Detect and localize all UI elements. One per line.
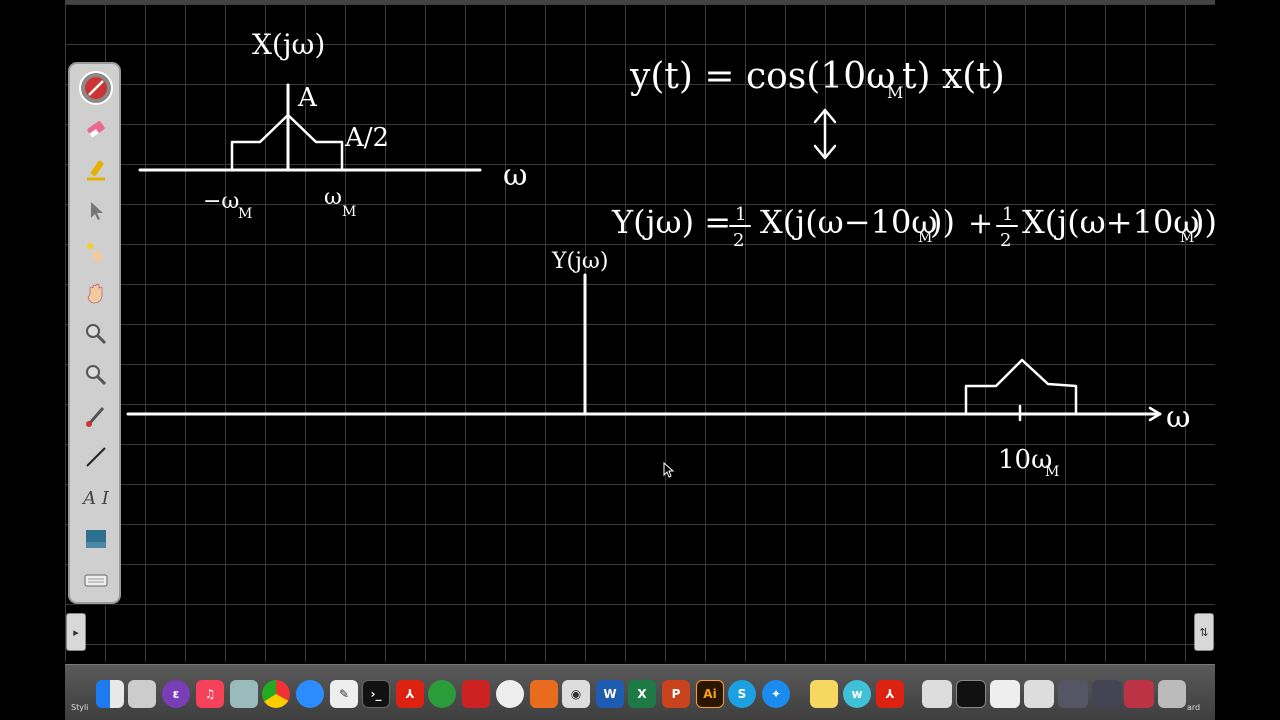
pen-icon[interactable] xyxy=(79,71,113,105)
whiteboard-canvas[interactable] xyxy=(65,0,1215,662)
skype-icon[interactable]: S xyxy=(728,680,756,708)
window-thumb-5[interactable] xyxy=(1058,680,1088,708)
text-icon[interactable]: A I xyxy=(79,481,113,515)
launchpad-icon[interactable] xyxy=(128,680,156,708)
chrome-icon[interactable] xyxy=(262,680,290,708)
zoom-in-icon[interactable] xyxy=(79,317,113,351)
pointer-icon[interactable] xyxy=(79,194,113,228)
mouse-cursor-icon xyxy=(663,461,675,482)
evernote-icon[interactable] xyxy=(428,680,456,708)
window-thumb-2[interactable] xyxy=(956,680,986,708)
zoom-icon[interactable] xyxy=(296,680,324,708)
acrobat-reader-icon[interactable]: ⅄ xyxy=(876,680,904,708)
window-thumb-7[interactable] xyxy=(1124,680,1154,708)
keyboard-icon[interactable] xyxy=(79,563,113,597)
collapse-left-button[interactable]: ▸ xyxy=(66,613,86,651)
background-icon[interactable] xyxy=(79,522,113,556)
photobooth-icon[interactable] xyxy=(462,680,490,708)
whiteboard-app-icon[interactable]: w xyxy=(843,680,871,708)
brush-icon[interactable] xyxy=(79,399,113,433)
dock-label-ard: ard xyxy=(1187,703,1201,712)
word-icon[interactable]: W xyxy=(596,680,624,708)
emacs-icon[interactable]: ε xyxy=(162,680,190,708)
illustrator-icon[interactable]: Ai xyxy=(696,680,724,708)
screenshot-icon[interactable]: ◉ xyxy=(562,680,590,708)
eraser-icon[interactable] xyxy=(79,112,113,146)
window-thumb-4[interactable] xyxy=(1024,680,1054,708)
hand-icon[interactable] xyxy=(79,276,113,310)
highlighter-icon[interactable] xyxy=(79,153,113,187)
window-thumb-3[interactable] xyxy=(990,680,1020,708)
notes-icon[interactable] xyxy=(810,680,838,708)
acrobat-icon[interactable]: ⅄ xyxy=(396,680,424,708)
window-thumb-6[interactable] xyxy=(1092,680,1122,708)
powerpoint-icon[interactable]: P xyxy=(662,680,690,708)
safari-icon[interactable]: ✦ xyxy=(762,680,790,708)
zoom-out-icon[interactable] xyxy=(79,358,113,392)
textedit-icon[interactable]: ✎ xyxy=(330,680,358,708)
tool-palette: A I xyxy=(68,62,121,604)
preview-icon[interactable] xyxy=(230,680,258,708)
laser-icon[interactable] xyxy=(79,235,113,269)
music-icon[interactable]: ♫ xyxy=(196,680,224,708)
terminal-icon[interactable]: ›_ xyxy=(362,680,390,708)
mail-icon[interactable] xyxy=(496,680,524,708)
trash-icon[interactable] xyxy=(1158,680,1186,708)
dock-label-styli: Styli xyxy=(71,703,89,712)
excel-icon[interactable]: X xyxy=(628,680,656,708)
finder-icon[interactable] xyxy=(96,680,124,708)
line-icon[interactable] xyxy=(79,440,113,474)
window-thumb-1[interactable] xyxy=(922,680,952,708)
collapse-right-button[interactable]: ⇅ xyxy=(1194,613,1214,651)
matlab-icon[interactable] xyxy=(530,680,558,708)
